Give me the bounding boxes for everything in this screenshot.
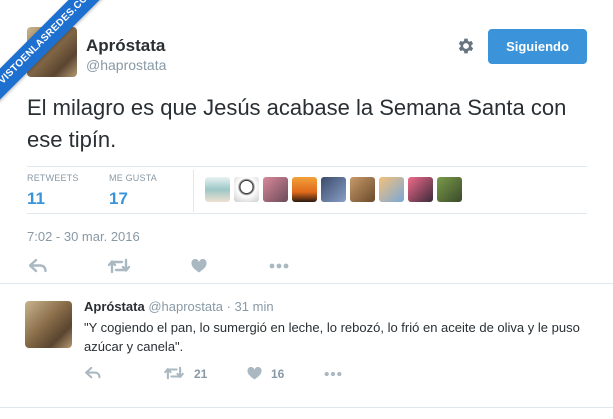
retweets-label: RETWEETS	[27, 173, 79, 183]
liker-avatar[interactable]	[205, 177, 230, 202]
heart-icon[interactable]	[191, 259, 207, 273]
retweets-count: 11	[27, 189, 45, 208]
retweets-stat[interactable]: RETWEETS 11	[27, 173, 79, 209]
heart-icon[interactable]	[247, 367, 262, 380]
divider	[27, 213, 587, 214]
divider	[0, 283, 613, 284]
reply-header: Apróstata @haprostata · 31 min	[84, 299, 274, 314]
liker-avatar[interactable]	[408, 177, 433, 202]
reply-text: "Y cogiendo el pan, lo sumergió en leche…	[84, 320, 580, 354]
reply-display-name[interactable]: Apróstata	[84, 299, 145, 314]
watermark-ribbon: VISTOENLASREDES.COM	[0, 0, 110, 110]
more-icon[interactable]	[269, 263, 289, 269]
liker-avatar[interactable]	[437, 177, 462, 202]
reply-retweet-count: 21	[194, 367, 208, 381]
stats-divider	[193, 170, 194, 212]
liker-avatar[interactable]	[350, 177, 375, 202]
retweet-icon[interactable]	[108, 258, 130, 274]
liker-avatar[interactable]	[379, 177, 404, 202]
divider	[27, 166, 587, 167]
tweet-timestamp[interactable]: 7:02 - 30 mar. 2016	[27, 229, 140, 244]
likes-stat[interactable]: ME GUSTA 17	[109, 173, 157, 209]
following-button[interactable]: Siguiendo	[488, 29, 587, 64]
reply-icon[interactable]	[29, 259, 47, 273]
reply-author-avatar[interactable]	[25, 301, 72, 348]
divider	[0, 407, 613, 408]
likes-label: ME GUSTA	[109, 173, 157, 183]
reply-time[interactable]: 31 min	[235, 299, 274, 314]
more-icon[interactable]	[324, 371, 342, 377]
liker-avatar[interactable]	[234, 177, 259, 202]
liker-avatar[interactable]	[321, 177, 346, 202]
watermark-text: VISTOENLASREDES.COM	[0, 0, 110, 105]
gear-icon[interactable]	[456, 36, 476, 56]
reply-icon[interactable]	[85, 367, 101, 379]
liker-avatars	[205, 177, 462, 202]
retweet-icon[interactable]	[164, 366, 184, 380]
liker-avatar[interactable]	[263, 177, 288, 202]
reply-handle[interactable]: @haprostata	[148, 299, 223, 314]
reply-like-count: 16	[271, 367, 285, 381]
reply-time-separator: ·	[226, 299, 231, 314]
liker-avatar[interactable]	[292, 177, 317, 202]
likes-count: 17	[109, 189, 128, 208]
